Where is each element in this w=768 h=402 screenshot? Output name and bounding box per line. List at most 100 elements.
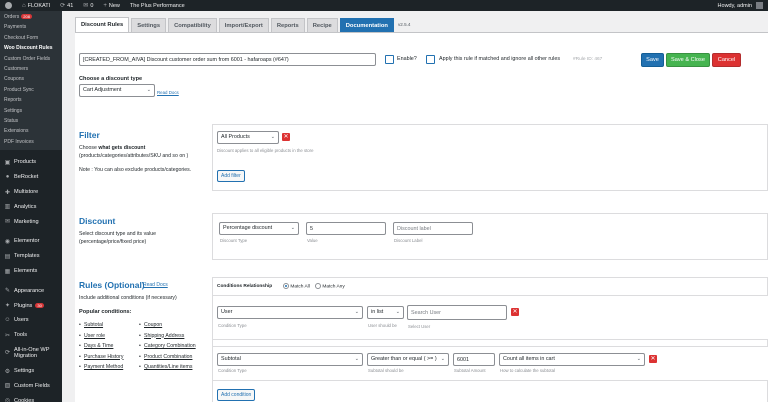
apply-exclusive-checkbox[interactable] xyxy=(426,55,435,64)
sidebar-item-elementor[interactable]: ◉ Elementor xyxy=(0,234,62,249)
sidebar-subitem-status[interactable]: Status xyxy=(0,116,62,126)
updates-link[interactable]: ⟳ 41 xyxy=(55,0,78,11)
migration-icon: ⟳ xyxy=(4,349,11,356)
rules-read-docs-link[interactable]: Read Docs xyxy=(143,282,168,288)
sidebar-subitem-custom-order-fields[interactable]: Custom Order Fields xyxy=(0,54,62,64)
tab-documentation[interactable]: Documentation xyxy=(339,18,394,32)
sidebar-subitem-woo-discount-rules[interactable]: Woo Discount Rules xyxy=(0,43,62,53)
sidebar-item-products[interactable]: ▣ Products xyxy=(0,155,62,170)
discount-label-input[interactable] xyxy=(393,222,473,235)
filter-type-select[interactable]: All Products ⌄ xyxy=(217,131,279,144)
filter-description: Choose what gets discount (products/categ… xyxy=(79,145,189,159)
add-filter-button[interactable]: Add filter xyxy=(217,170,245,182)
remove-condition2-icon[interactable]: ✕ xyxy=(649,355,657,363)
popular-condition-category-combination[interactable]: Category Combination xyxy=(144,343,196,349)
sidebar-item-marketing[interactable]: ✉ Marketing xyxy=(0,214,62,229)
popular-condition-coupon[interactable]: Coupon xyxy=(144,322,162,328)
condition1-operator-select[interactable]: in list ⌄ xyxy=(367,306,404,319)
discount-value-input[interactable] xyxy=(306,222,386,235)
migration-label: All-in-One WP Migration xyxy=(14,346,50,360)
match-any-radio[interactable] xyxy=(315,283,321,289)
tab-recipe[interactable]: Recipe xyxy=(306,18,338,32)
popular-condition-user-role[interactable]: User role xyxy=(84,333,105,339)
list-item: Quantities/Line items xyxy=(139,362,196,373)
sidebar-item-custom-fields[interactable]: ▧ Custom Fields xyxy=(0,378,62,393)
match-any-option[interactable]: Match Any xyxy=(315,283,345,289)
chevron-down-icon: ⌄ xyxy=(290,225,295,231)
cancel-button[interactable]: Cancel xyxy=(712,53,741,67)
popular-condition-payment-method[interactable]: Payment Method xyxy=(84,364,123,370)
condition2-type-select[interactable]: Subtotal ⌄ xyxy=(217,353,363,366)
tab-discount-rules[interactable]: Discount Rules xyxy=(75,17,130,32)
condition2-amount-input[interactable] xyxy=(453,353,495,366)
discount-type-value-select[interactable]: Percentage discount ⌄ xyxy=(219,222,299,235)
popular-condition-product-combination[interactable]: Product Combination xyxy=(144,354,192,360)
discount-label-hint: Discount Label xyxy=(394,238,423,243)
popular-condition-purchase-history[interactable]: Purchase History xyxy=(84,354,124,360)
tab-settings[interactable]: Settings xyxy=(131,18,167,32)
condition2-calculation-hint: How to calculate the subtotal xyxy=(500,368,555,373)
popular-condition-subtotal[interactable]: Subtotal xyxy=(84,322,103,328)
filter-hint: Discount applies to all eligible product… xyxy=(217,148,314,153)
new-content-link[interactable]: + New xyxy=(98,0,125,11)
sidebar-item-templates[interactable]: ▤ Templates xyxy=(0,249,62,264)
sidebar-subitem-orders[interactable]: Orders 208 xyxy=(0,12,62,22)
add-condition-button[interactable]: Add condition xyxy=(217,389,256,401)
save-button[interactable]: Save xyxy=(641,53,664,67)
sidebar-item-berocket[interactable]: ● BeRocket xyxy=(0,170,62,185)
popular-condition-quantities-line-items[interactable]: Quantities/Line items xyxy=(144,364,192,370)
sidebar-subitem-product-sync[interactable]: Product Sync xyxy=(0,85,62,95)
sidebar-item-cookies[interactable]: ◎ Cookies xyxy=(0,393,62,402)
plus-performance-link[interactable]: The Plus Performance xyxy=(125,0,190,11)
condition1-type-select[interactable]: User ⌄ xyxy=(217,306,363,319)
sidebar-subitem-extensions[interactable]: Extensions xyxy=(0,126,62,136)
sidebar-item-all-in-one-wp-migration[interactable]: ⟳ All-in-One WP Migration xyxy=(0,343,62,364)
condition1-user-search[interactable] xyxy=(407,305,507,320)
sidebar-subitem-checkout-form[interactable]: Checkout Form xyxy=(0,33,62,43)
sidebar-item-plugins[interactable]: ✦ Plugins 30 xyxy=(0,298,62,313)
list-item: Days & Time xyxy=(79,341,124,352)
tab-reports[interactable]: Reports xyxy=(270,18,305,32)
match-all-option[interactable]: Match All xyxy=(283,283,310,289)
wp-logo-menu[interactable] xyxy=(0,0,17,11)
popular-condition-shipping-address[interactable]: Shipping Address xyxy=(144,333,184,339)
tab-compatibility[interactable]: Compatibility xyxy=(168,18,217,32)
discount-type-select[interactable]: Cart Adjustment ⌄ xyxy=(79,84,155,97)
remove-condition1-icon[interactable]: ✕ xyxy=(511,308,519,316)
marketing-icon: ✉ xyxy=(4,219,11,226)
sidebar-item-elements[interactable]: ▦ Elements xyxy=(0,264,62,279)
condition2-operator-hint: Subtotal should be xyxy=(368,368,404,373)
chevron-down-icon: ⌄ xyxy=(146,87,151,93)
popular-condition-days-time[interactable]: Days & Time xyxy=(84,343,113,349)
sidebar-subitem-payments[interactable]: Payments xyxy=(0,22,62,32)
popular-conditions-title: Popular conditions: xyxy=(79,309,132,315)
main-content: Discount Rules Settings Compatibility Impor… xyxy=(62,11,768,402)
tab-import-export[interactable]: Import/Export xyxy=(218,18,269,32)
list-item: User role xyxy=(79,331,124,342)
account-menu[interactable]: Howdy, admin xyxy=(713,0,768,11)
enable-checkbox[interactable] xyxy=(385,55,394,64)
sidebar-subitem-reports[interactable]: Reports xyxy=(0,95,62,105)
sidebar-item-analytics[interactable]: ▥ Analytics xyxy=(0,199,62,214)
sidebar-item-multistore[interactable]: ✚ Multistore xyxy=(0,185,62,200)
sidebar-subitem-settings[interactable]: Settings xyxy=(0,106,62,116)
sidebar-item-users[interactable]: ☺ Users xyxy=(0,313,62,328)
read-docs-link[interactable]: Read Docs xyxy=(157,90,179,95)
sidebar-subitem-coupons[interactable]: Coupons xyxy=(0,74,62,84)
users-icon: ☺ xyxy=(4,317,11,324)
site-name-link[interactable]: ⌂ FLOKATI xyxy=(17,0,55,11)
rule-title-input[interactable] xyxy=(79,53,376,66)
sidebar-item-settings[interactable]: ⚙ Settings xyxy=(0,364,62,379)
sidebar-subitem-customers[interactable]: Customers xyxy=(0,64,62,74)
match-all-radio[interactable] xyxy=(283,283,289,289)
remove-filter-icon[interactable]: ✕ xyxy=(282,133,290,141)
condition2-operator-select[interactable]: Greater than or equal ( >= ) ⌄ xyxy=(367,353,449,366)
discount-box: Percentage discount⌄ Discount Type Value… xyxy=(212,213,768,260)
chevron-down-icon: ⌄ xyxy=(354,309,359,315)
sidebar-item-appearance[interactable]: ✎ Appearance xyxy=(0,283,62,298)
sidebar-subitem-pdf-invoices[interactable]: PDF Invoices xyxy=(0,137,62,147)
sidebar-item-tools[interactable]: ✂ Tools xyxy=(0,328,62,343)
comments-link[interactable]: ✉ 0 xyxy=(78,0,98,11)
save-and-close-button[interactable]: Save & Close xyxy=(666,53,710,67)
condition2-calculation-select[interactable]: Count all items in cart ⌄ xyxy=(499,353,645,366)
